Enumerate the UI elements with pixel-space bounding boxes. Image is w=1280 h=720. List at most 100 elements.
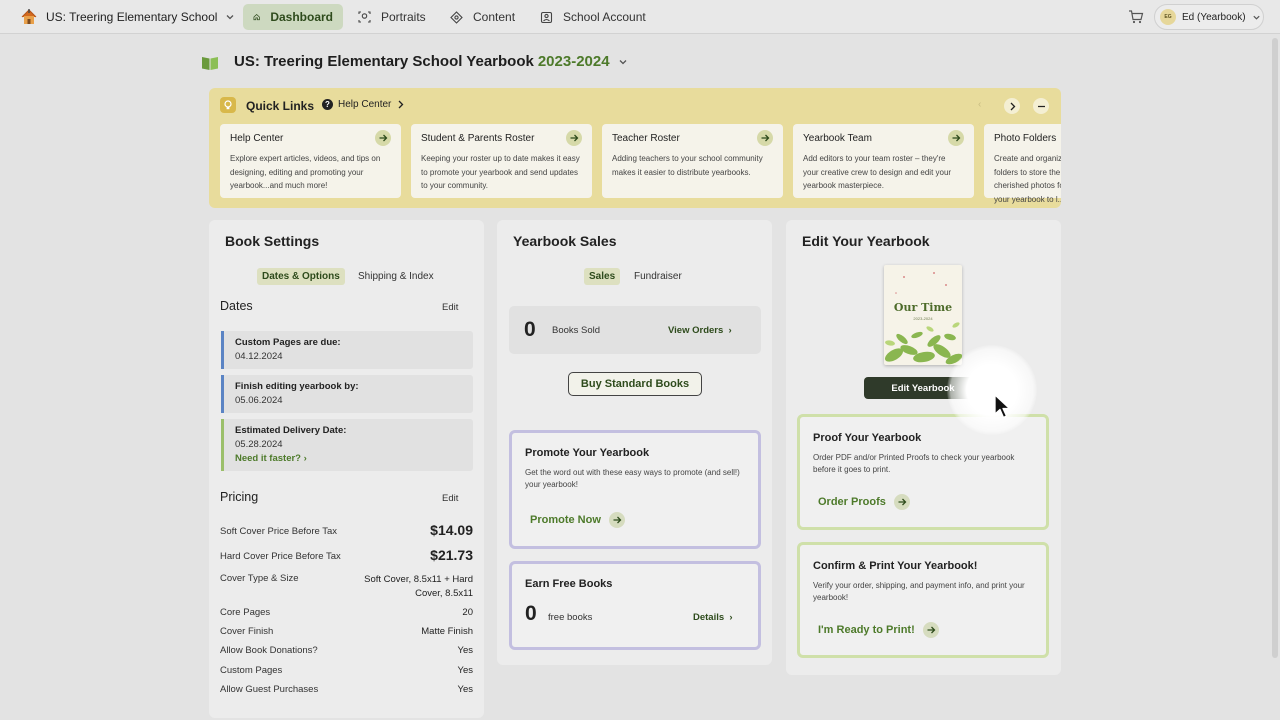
tab-fundraiser[interactable]: Fundraiser — [629, 268, 687, 285]
buy-standard-books-button[interactable]: Buy Standard Books — [568, 372, 702, 396]
quick-link-card-student-roster[interactable]: Student & Parents Roster Keeping your ro… — [411, 124, 592, 198]
promote-yearbook-card: Promote Your Yearbook Get the word out w… — [509, 430, 761, 549]
nav-dashboard[interactable]: Dashboard — [243, 4, 343, 30]
need-it-faster-link[interactable]: Need it faster? › — [235, 453, 307, 464]
date-value: 05.28.2024 — [235, 439, 283, 450]
ready-to-print-link[interactable]: I'm Ready to Print! — [818, 622, 939, 638]
quick-links-collapse-button[interactable] — [1033, 98, 1049, 114]
promote-now-link[interactable]: Promote Now — [530, 512, 625, 528]
cover-title: Our Time — [893, 301, 953, 314]
price-value: Yes — [457, 684, 474, 695]
yearbook-cover-thumbnail[interactable]: Our Time 2023-2024 — [884, 265, 962, 365]
arrow-right-icon — [757, 130, 773, 146]
quick-link-desc: Adding teachers to your school community… — [612, 154, 763, 177]
cover-year: 2023-2024 — [913, 316, 933, 321]
minimize-icon — [1037, 105, 1045, 107]
quick-link-card-yearbook-team[interactable]: Yearbook Team Add editors to your team r… — [793, 124, 974, 198]
help-center-link: Help Center — [338, 99, 392, 110]
arrow-right-icon — [948, 130, 964, 146]
nav-school-account[interactable]: School Account — [530, 4, 656, 30]
price-label: Soft Cover Price Before Tax — [220, 526, 338, 537]
edit-yearbook-title: Edit Your Yearbook — [802, 233, 930, 249]
promote-desc: Get the word out with these easy ways to… — [525, 468, 740, 489]
quick-links-title: Quick Links — [246, 99, 315, 113]
promote-title: Promote Your Yearbook — [525, 447, 650, 459]
order-proofs-label: Order Proofs — [818, 496, 886, 508]
school-selector[interactable]: US: Treering Elementary School — [20, 6, 235, 28]
content-icon — [450, 10, 463, 24]
school-house-icon — [21, 9, 37, 24]
user-menu[interactable]: EG Ed (Yearbook) — [1154, 4, 1264, 30]
earn-title: Earn Free Books — [525, 578, 613, 590]
price-row-donations: Allow Book Donations? Yes — [220, 645, 473, 656]
yearbook-selector[interactable]: US: Treering Elementary School Yearbook … — [234, 53, 628, 70]
quick-link-card-help-center[interactable]: Help Center Explore expert articles, vid… — [220, 124, 401, 198]
promote-now-label: Promote Now — [530, 514, 601, 526]
nav-content[interactable]: Content — [440, 4, 525, 30]
quick-link-title: Help Center — [230, 133, 284, 144]
tab-dates-options[interactable]: Dates & Options — [257, 268, 345, 285]
earn-free-books-card: Earn Free Books 0 free books Details › — [509, 561, 761, 650]
price-value: Matte Finish — [421, 626, 473, 637]
price-row-cover-finish: Cover Finish Matte Finish — [220, 626, 473, 637]
cover-type-line1: Soft Cover, 8.5x11 + Hard — [364, 574, 473, 585]
price-label: Hard Cover Price Before Tax — [220, 551, 341, 562]
quick-link-title: Student & Parents Roster — [421, 133, 535, 144]
price-row-soft-cover: Soft Cover Price Before Tax $14.09 — [220, 522, 473, 538]
yearbook-year: 2023-2024 — [537, 53, 610, 70]
arrow-right-icon — [893, 494, 910, 510]
chevron-down-icon — [226, 15, 234, 20]
cart-icon[interactable] — [1128, 9, 1144, 25]
top-navigation-bar: US: Treering Elementary School Dashboard… — [0, 0, 1280, 34]
quick-link-card-teacher-roster[interactable]: Teacher Roster Adding teachers to your s… — [602, 124, 783, 198]
date-card-delivery: Estimated Delivery Date: 05.28.2024 Need… — [221, 419, 473, 471]
price-label: Cover Type & Size — [220, 573, 299, 584]
confirm-print-card: Confirm & Print Your Yearbook! Verify yo… — [797, 542, 1049, 658]
lightbulb-icon — [220, 97, 236, 113]
price-value: Yes — [457, 645, 474, 656]
tab-sales[interactable]: Sales — [584, 268, 621, 285]
quick-link-title: Yearbook Team — [803, 133, 872, 144]
price-value: $14.09 — [430, 522, 473, 538]
tab-shipping-index[interactable]: Shipping & Index — [353, 268, 439, 285]
quick-link-title: Teacher Roster — [612, 133, 680, 144]
proof-title: Proof Your Yearbook — [813, 432, 922, 444]
date-card-custom-pages: Custom Pages are due: 04.12.2024 — [221, 331, 473, 369]
quick-link-card-photo-folders[interactable]: Photo Folders Create and organize folder… — [984, 124, 1061, 204]
date-accent-bar — [221, 419, 224, 471]
books-sold-box: 0 Books Sold View Orders › — [509, 306, 761, 354]
date-label: Custom Pages are due: — [235, 337, 341, 348]
edit-dates-link[interactable]: Edit — [442, 302, 458, 313]
view-orders-label: View Orders — [668, 325, 724, 336]
pricing-heading: Pricing — [220, 490, 259, 504]
user-name: Ed (Yearbook) — [1182, 11, 1246, 23]
date-value: 04.12.2024 — [235, 351, 283, 362]
cover-type-line2: Cover, 8.5x11 — [415, 588, 473, 599]
yearbook-sales-title: Yearbook Sales — [513, 233, 617, 249]
quick-links-prev-button[interactable]: ‹ — [978, 99, 981, 110]
earn-details-link[interactable]: Details › — [693, 612, 733, 623]
page-scrollbar[interactable] — [1272, 38, 1278, 658]
dates-heading: Dates — [220, 299, 253, 313]
order-proofs-link[interactable]: Order Proofs — [818, 494, 910, 510]
print-desc: Verify your order, shipping, and payment… — [813, 581, 1025, 602]
price-label: Cover Finish — [220, 626, 274, 637]
ready-to-print-label: I'm Ready to Print! — [818, 624, 915, 636]
nav-portraits[interactable]: Portraits — [348, 4, 436, 30]
quick-links-next-button[interactable] — [1004, 98, 1020, 114]
nav-school-account-label: School Account — [563, 10, 646, 24]
edit-pricing-link[interactable]: Edit — [442, 493, 458, 504]
quick-link-title: Photo Folders — [994, 133, 1057, 144]
cursor-highlight — [947, 345, 1037, 435]
price-row-custom-pages: Custom Pages Yes — [220, 665, 473, 676]
quick-links-help-center[interactable]: ? Help Center — [322, 99, 404, 110]
date-accent-bar — [221, 375, 224, 413]
home-icon — [253, 13, 260, 21]
arrow-right-icon — [375, 130, 391, 146]
book-settings-title: Book Settings — [225, 233, 320, 249]
date-card-finish-editing: Finish editing yearbook by: 05.06.2024 — [221, 375, 473, 413]
portrait-icon — [358, 11, 371, 23]
view-orders-link[interactable]: View Orders › — [668, 325, 732, 336]
price-value: $21.73 — [430, 547, 473, 563]
price-label: Allow Guest Purchases — [220, 684, 319, 695]
